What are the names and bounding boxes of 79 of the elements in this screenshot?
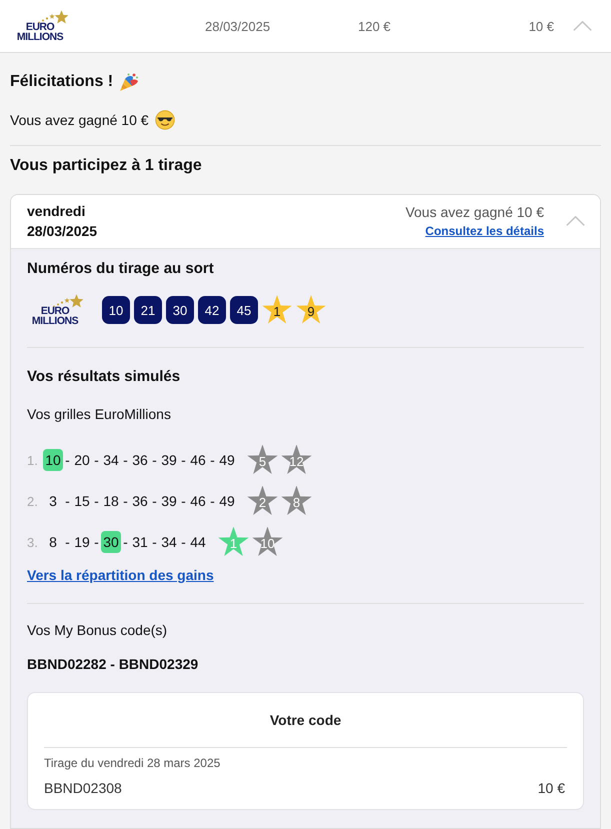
grid-number: 44	[189, 533, 207, 552]
dash-separator: -	[122, 534, 129, 550]
grid-number: 8	[48, 533, 58, 552]
grid-index: 1.	[27, 452, 39, 468]
grid-number: 31	[131, 533, 149, 552]
dash-separator: -	[209, 493, 216, 509]
chevron-up-icon[interactable]	[566, 216, 585, 226]
dash-separator: -	[180, 452, 187, 468]
winnings-message: Vous avez gagné 10 €	[10, 111, 149, 130]
draw-day: vendredi	[27, 201, 406, 221]
bonus-code: BBND02308	[44, 779, 122, 798]
details-link[interactable]: Consultez les détails	[425, 222, 544, 240]
code-card-title: Votre code	[268, 711, 342, 730]
grid-index: 2.	[27, 494, 39, 508]
grid-number: 36	[131, 492, 149, 511]
draw-date: 28/03/2025	[205, 18, 270, 34]
stake-amount: 120 €	[358, 18, 391, 34]
logo-wordmark: EURO MILLIONS	[16, 22, 64, 42]
party-popper-icon	[119, 72, 140, 92]
winnings-amount: 10 €	[528, 18, 554, 34]
dash-separator: -	[151, 534, 158, 550]
matched-number: 30	[101, 531, 121, 553]
sunglasses-face-icon	[154, 110, 175, 130]
grid-number: 46	[189, 451, 207, 470]
code-draw-label: Tirage du vendredi 28 mars 2025	[44, 755, 222, 772]
draw-result: Vous avez gagné 10 €	[405, 203, 544, 222]
chevron-up-icon[interactable]	[573, 21, 592, 31]
drawn-number: 30	[166, 296, 194, 324]
drawn-number: 45	[230, 296, 258, 324]
grid-number: 3	[48, 492, 58, 511]
grids-subtitle: Vos grilles EuroMillions	[27, 405, 172, 424]
drawn-star-number: 9	[296, 295, 326, 325]
code-amount: 10 €	[538, 779, 565, 798]
grid-number: 19	[73, 533, 91, 552]
grid-number: 46	[189, 492, 207, 511]
grid-number: 49	[218, 492, 236, 511]
dash-separator: -	[180, 534, 187, 550]
dash-separator: -	[151, 493, 158, 509]
grid-number: 39	[160, 451, 178, 470]
grid-number: 39	[160, 492, 178, 511]
logo-wordmark: EURO MILLIONS	[32, 306, 78, 326]
grid-number: 18	[102, 492, 120, 511]
dash-separator: -	[180, 493, 187, 509]
grid-star-number: 10	[252, 526, 283, 558]
congrats-title: Félicitations !	[10, 72, 114, 92]
section-title: Numéros du tirage au sort	[27, 259, 215, 279]
dash-separator: -	[93, 452, 100, 468]
grid-number: 15	[73, 492, 91, 511]
bonus-code-range: BBND02282 - BBND02329	[27, 655, 200, 674]
draws-heading: Vous participez à 1 tirage	[10, 156, 203, 176]
grid-star-number: 8	[281, 486, 312, 516]
dash-separator: -	[93, 493, 100, 509]
bonus-title: Vos My Bonus code(s)	[27, 621, 168, 640]
dash-separator: -	[64, 534, 71, 550]
matched-number: 10	[43, 449, 63, 471]
grid-number: 36	[131, 451, 149, 470]
dash-separator: -	[151, 452, 158, 468]
grid-number: 20	[73, 451, 91, 470]
prize-breakdown-link[interactable]: Vers la répartition des gains	[27, 565, 214, 585]
dash-separator: -	[122, 452, 129, 468]
section-title: Vos résultats simulés	[27, 367, 182, 387]
grid-number: 49	[218, 451, 236, 470]
grid-star-number: 5	[247, 444, 278, 476]
dash-separator: -	[64, 452, 71, 468]
drawn-star-number: 1	[262, 295, 292, 325]
grid-index: 3.	[27, 534, 39, 550]
drawn-number: 21	[134, 296, 162, 324]
matched-star-number: 1	[218, 526, 249, 558]
dash-separator: -	[64, 493, 71, 509]
grid-star-number: 12	[281, 444, 312, 476]
grid-number: 34	[160, 533, 178, 552]
drawn-number: 42	[198, 296, 226, 324]
grid-star-number: 2	[247, 486, 278, 516]
dash-separator: -	[209, 452, 216, 468]
drawn-number: 10	[102, 296, 130, 324]
dash-separator: -	[122, 493, 129, 509]
draw-date: 28/03/2025	[27, 222, 98, 241]
grid-number: 34	[102, 451, 120, 470]
dash-separator: -	[93, 534, 100, 550]
